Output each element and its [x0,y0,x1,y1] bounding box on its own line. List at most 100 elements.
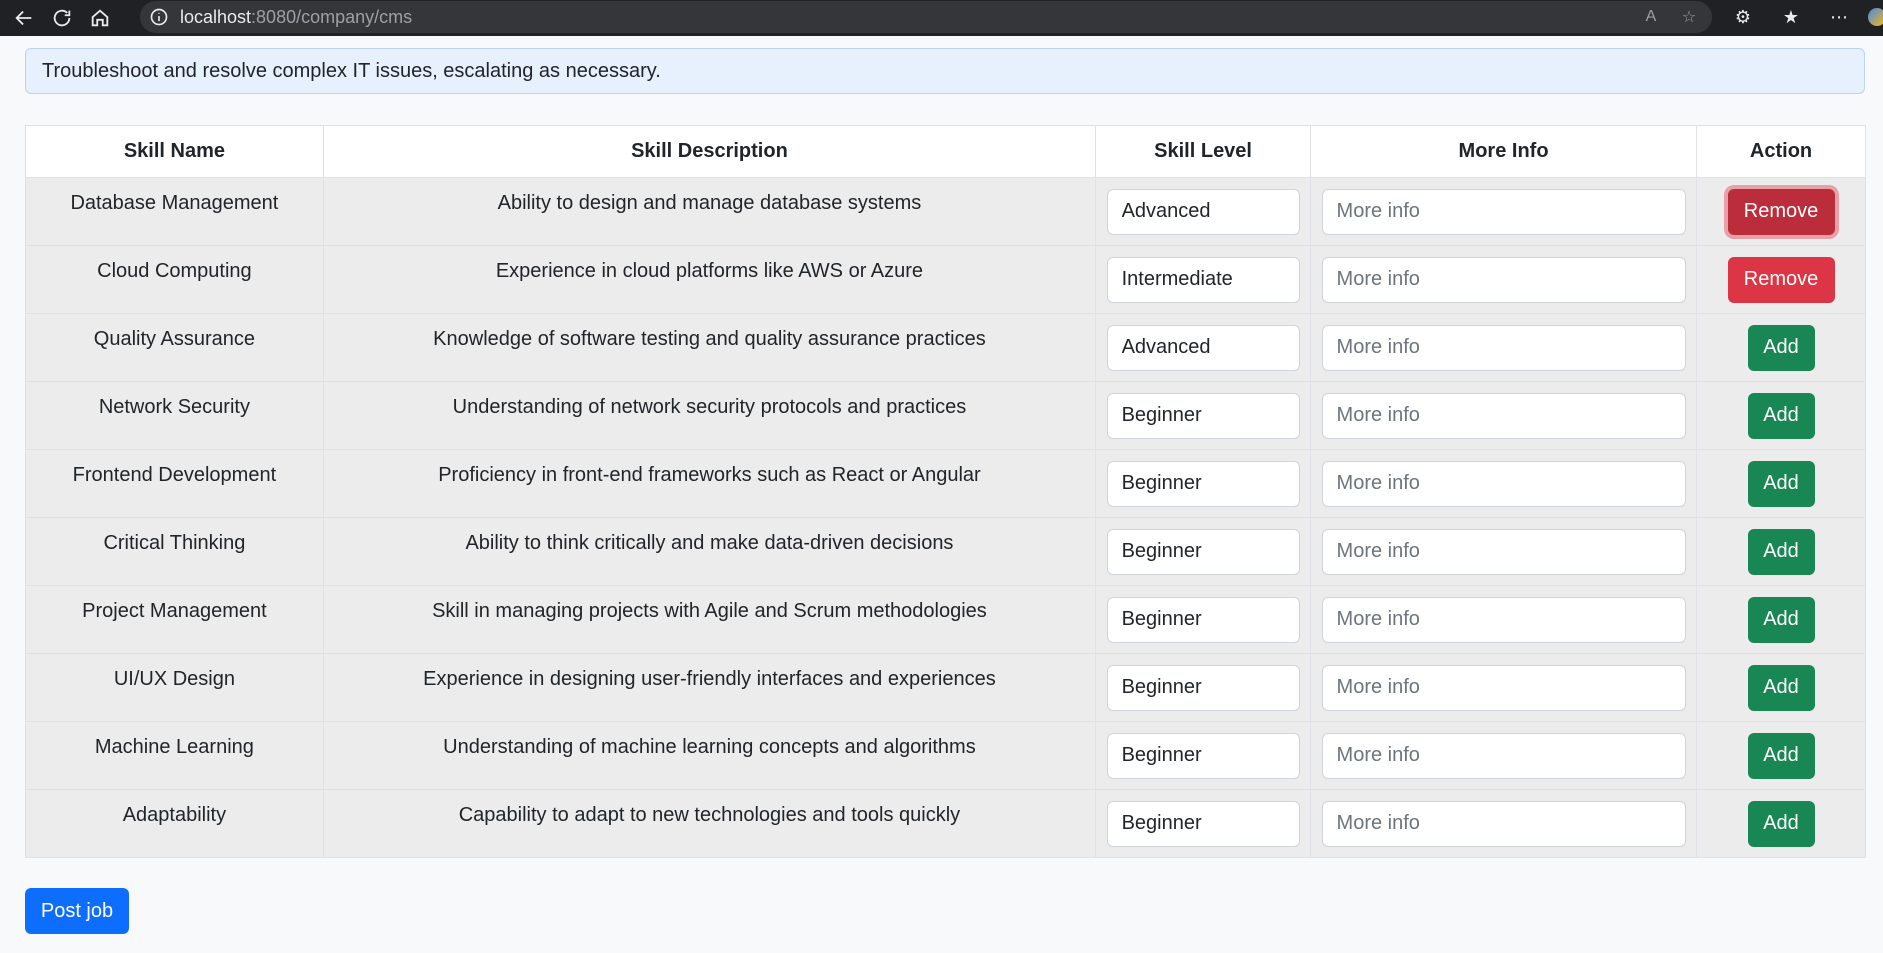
skill-name-cell: UI/UX Design [25,653,324,722]
skill-description-cell: Skill in managing projects with Agile an… [322,585,1097,654]
more-info-input[interactable] [1321,392,1686,439]
table-row: Project Management Skill in managing pro… [25,585,1866,654]
favorite-star-icon[interactable]: ☆ [1678,6,1700,28]
table-row: Critical Thinking Ability to think criti… [25,517,1866,586]
add-skill-button[interactable]: Add [1747,732,1815,779]
table-row: Database Management Ability to design an… [25,177,1866,246]
skill-level-input[interactable] [1106,528,1300,575]
more-info-input[interactable] [1321,256,1686,303]
header-skill-level: Skill Level [1095,125,1312,178]
url-path: :8080/company/cms [251,6,413,27]
table-row: Machine Learning Understanding of machin… [25,721,1866,790]
skill-level-input[interactable] [1106,664,1300,711]
skill-name-cell: Critical Thinking [25,517,324,586]
skill-level-input[interactable] [1106,392,1300,439]
skill-level-input[interactable] [1106,188,1300,235]
action-cell: Remove [1696,245,1866,314]
action-cell: Add [1696,381,1866,450]
skill-level-input[interactable] [1106,460,1300,507]
skill-level-cell [1095,721,1312,790]
read-aloud-icon[interactable]: A [1640,6,1662,28]
skill-level-cell [1095,177,1312,246]
extensions-icon[interactable]: ⚙ [1730,4,1756,30]
more-info-input[interactable] [1321,188,1686,235]
skill-name-cell: Cloud Computing [25,245,324,314]
more-info-cell [1310,585,1698,654]
add-skill-button[interactable]: Add [1747,800,1815,847]
browser-toolbar: localhost:8080/company/cms A ☆ ⚙ ★ ⋯ [0,0,1883,36]
action-cell: Add [1696,585,1866,654]
table-row: Quality Assurance Knowledge of software … [25,313,1866,382]
action-cell: Add [1696,517,1866,586]
address-bar[interactable]: localhost:8080/company/cms A ☆ [140,1,1712,33]
add-skill-button[interactable]: Add [1747,392,1815,439]
more-info-cell [1310,245,1698,314]
header-more-info: More Info [1310,125,1698,178]
skill-level-input[interactable] [1106,256,1300,303]
action-cell: Add [1696,789,1866,858]
more-info-input[interactable] [1321,528,1686,575]
skill-level-cell [1095,381,1312,450]
more-info-cell [1310,721,1698,790]
page-content: Troubleshoot and resolve complex IT issu… [0,36,1883,953]
more-info-input[interactable] [1321,324,1686,371]
skill-description-cell: Ability to think critically and make dat… [322,517,1097,586]
skill-name-cell: Frontend Development [25,449,324,518]
remove-skill-button[interactable]: Remove [1727,188,1835,235]
skill-level-cell [1095,245,1312,314]
more-info-input[interactable] [1321,800,1686,847]
skill-description-cell: Understanding of machine learning concep… [322,721,1097,790]
skill-level-input[interactable] [1106,732,1300,779]
skill-description-cell: Understanding of network security protoc… [322,381,1097,450]
job-description-alert: Troubleshoot and resolve complex IT issu… [25,48,1865,94]
back-arrow-icon[interactable] [10,4,38,32]
more-info-cell [1310,653,1698,722]
skill-level-cell [1095,449,1312,518]
table-header-row: Skill Name Skill Description Skill Level… [25,125,1866,178]
profile-avatar[interactable] [1868,8,1883,26]
skill-level-input[interactable] [1106,324,1300,371]
post-job-button[interactable]: Post job [25,888,129,934]
more-info-cell [1310,381,1698,450]
more-info-input[interactable] [1321,596,1686,643]
action-cell: Add [1696,313,1866,382]
skill-name-cell: Network Security [25,381,324,450]
favorites-icon[interactable]: ★ [1778,4,1804,30]
url-text[interactable]: localhost:8080/company/cms [180,7,412,28]
add-skill-button[interactable]: Add [1747,460,1815,507]
skill-description-cell: Ability to design and manage database sy… [322,177,1097,246]
table-row: UI/UX Design Experience in designing use… [25,653,1866,722]
skill-description-cell: Capability to adapt to new technologies … [322,789,1097,858]
skill-level-input[interactable] [1106,596,1300,643]
skill-level-cell [1095,585,1312,654]
skill-name-cell: Quality Assurance [25,313,324,382]
action-cell: Add [1696,449,1866,518]
more-info-cell [1310,313,1698,382]
add-skill-button[interactable]: Add [1747,596,1815,643]
skill-level-cell [1095,517,1312,586]
skill-level-input[interactable] [1106,800,1300,847]
home-icon[interactable] [86,4,114,32]
url-host: localhost [180,6,252,27]
add-skill-button[interactable]: Add [1747,664,1815,711]
remove-skill-button[interactable]: Remove [1727,256,1835,303]
skill-name-cell: Project Management [25,585,324,654]
more-info-input[interactable] [1321,460,1686,507]
skill-name-cell: Adaptability [25,789,324,858]
more-info-input[interactable] [1321,664,1686,711]
skill-description-cell: Proficiency in front-end frameworks such… [322,449,1097,518]
more-info-input[interactable] [1321,732,1686,779]
more-menu-icon[interactable]: ⋯ [1826,4,1852,30]
skill-name-cell: Machine Learning [25,721,324,790]
site-info-icon[interactable] [148,6,170,28]
table-row: Frontend Development Proficiency in fron… [25,449,1866,518]
more-info-cell [1310,449,1698,518]
skill-description-cell: Experience in cloud platforms like AWS o… [322,245,1097,314]
reload-icon[interactable] [48,4,76,32]
add-skill-button[interactable]: Add [1747,528,1815,575]
skill-description-cell: Knowledge of software testing and qualit… [322,313,1097,382]
header-action: Action [1696,125,1866,178]
add-skill-button[interactable]: Add [1747,324,1815,371]
header-skill-description: Skill Description [322,125,1097,178]
action-cell: Add [1696,721,1866,790]
